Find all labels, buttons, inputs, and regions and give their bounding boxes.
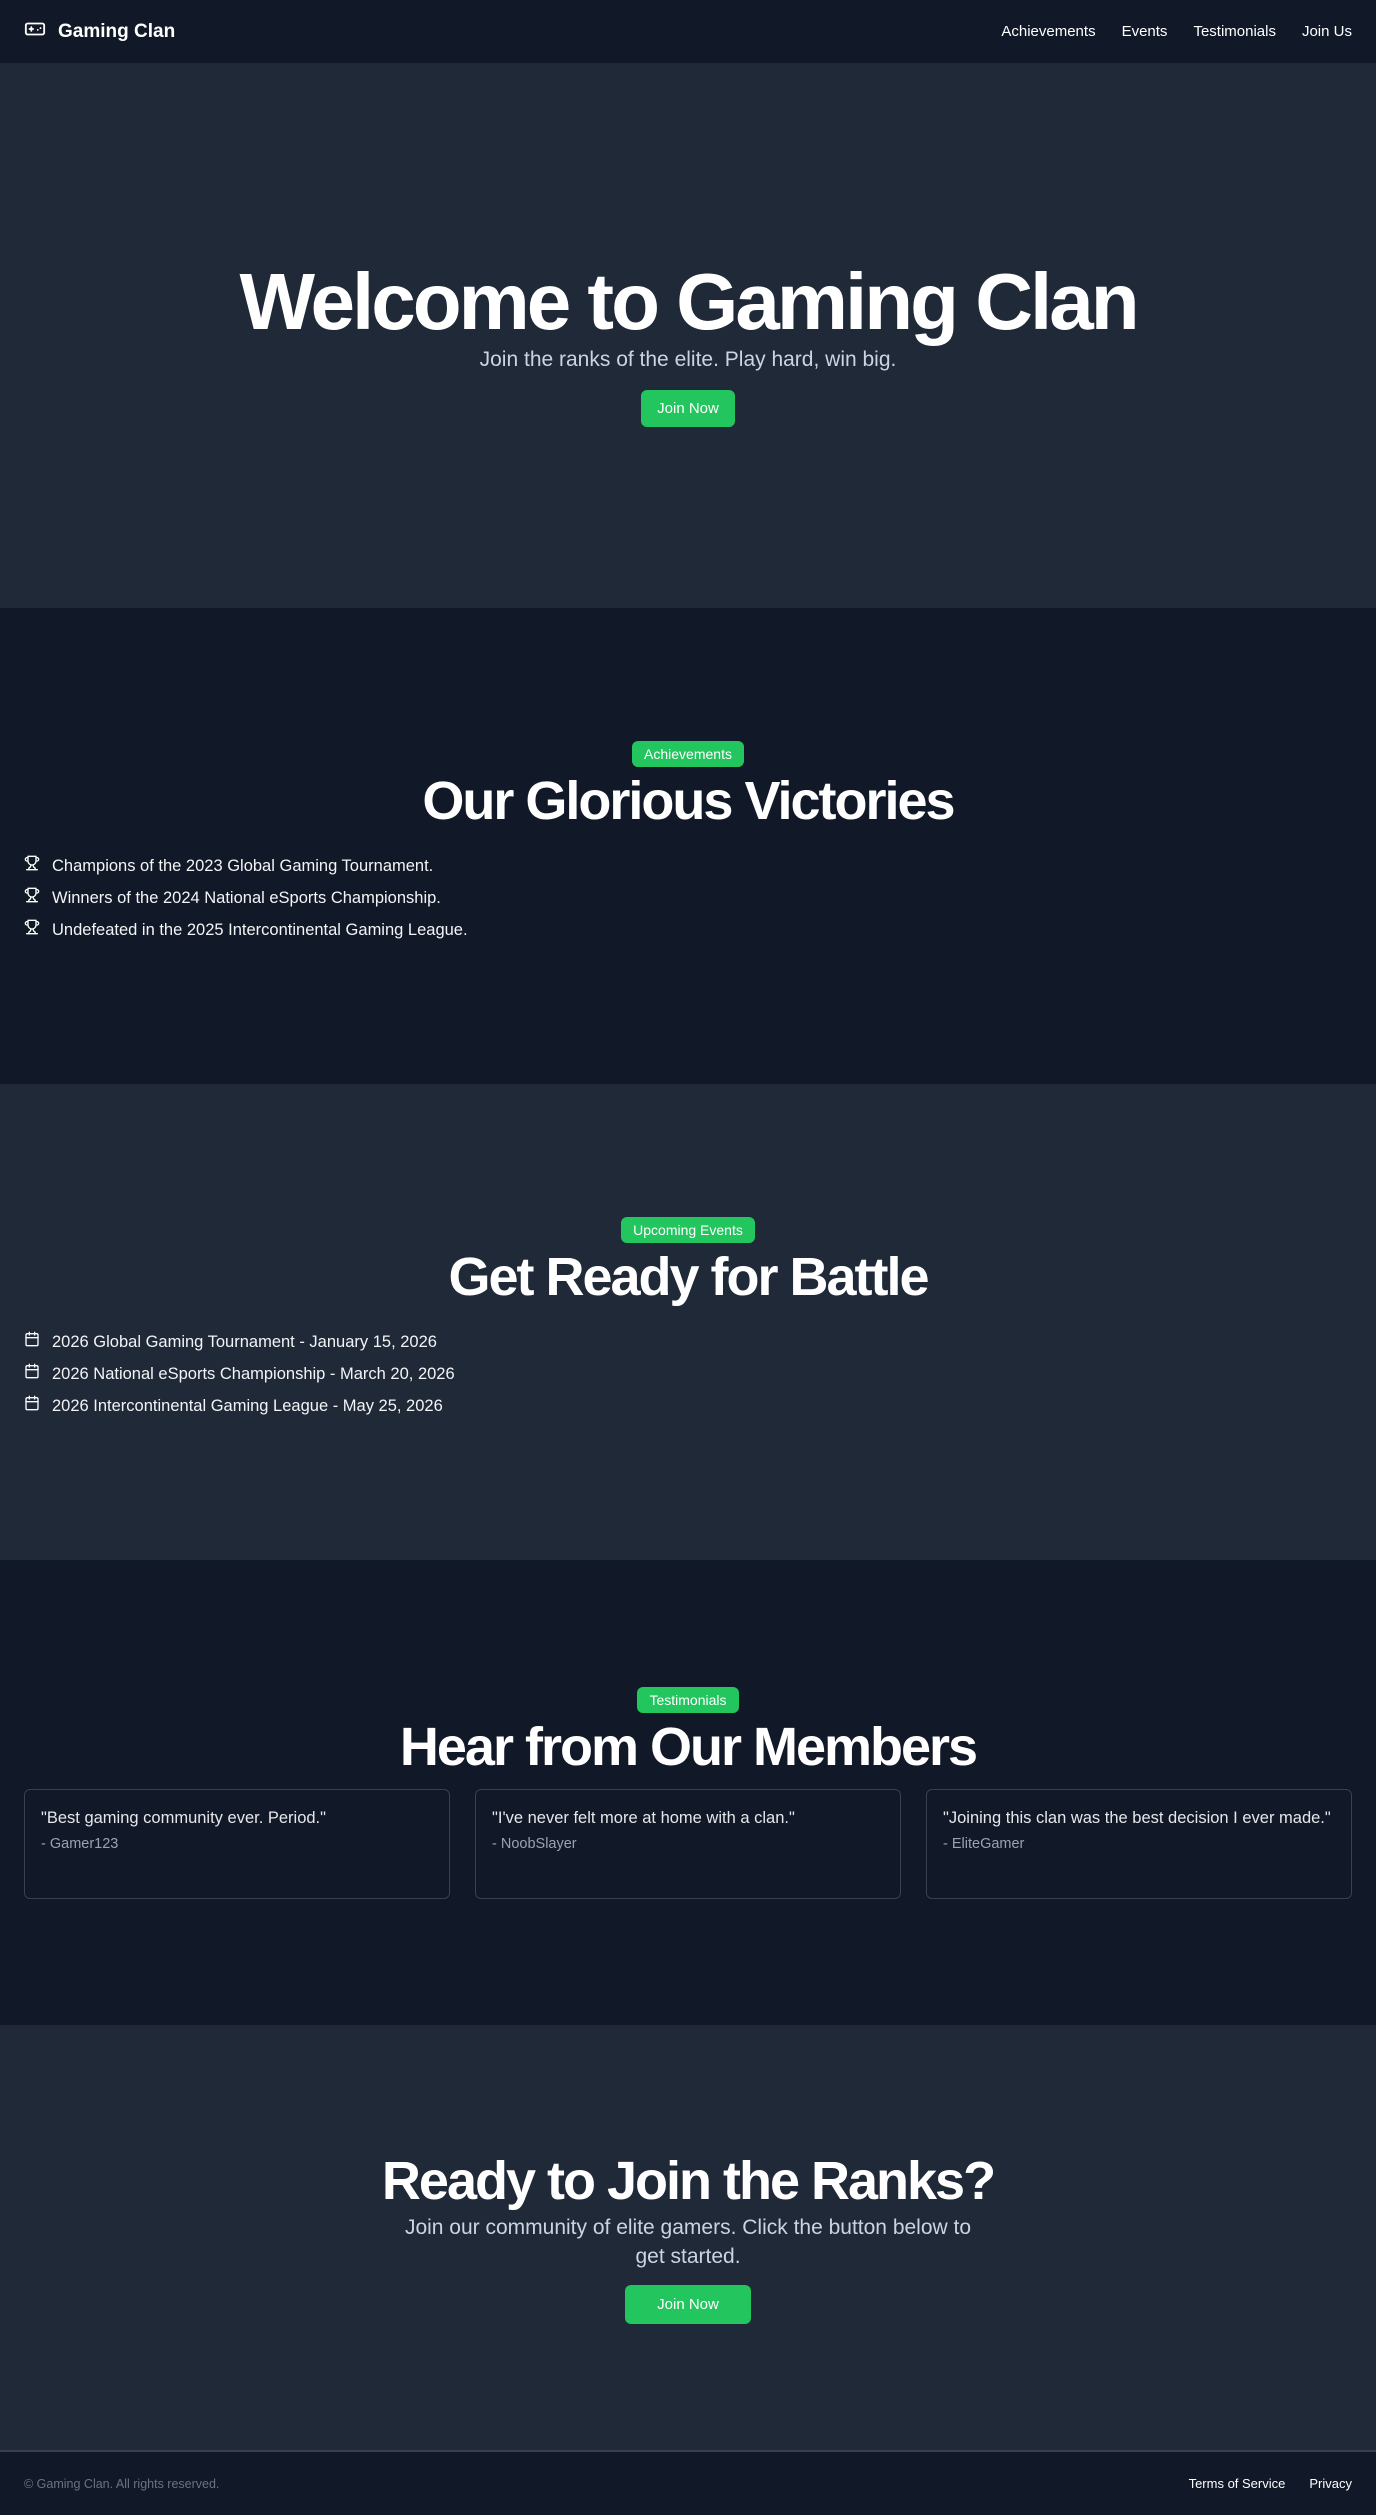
footer-links: Terms of Service Privacy — [1189, 2476, 1352, 2491]
testimonials-badge: Testimonials — [637, 1686, 739, 1713]
nav-join-us[interactable]: Join Us — [1302, 23, 1352, 40]
event-text: 2026 National eSports Championship - Mar… — [52, 1365, 455, 1383]
cta-section: Ready to Join the Ranks? Join our commun… — [0, 2025, 1376, 2450]
testimonial-author: - Gamer123 — [41, 1835, 119, 1852]
list-item: Undefeated in the 2025 Intercontinental … — [24, 919, 1352, 941]
events-list: 2026 Global Gaming Tournament - January … — [24, 1331, 1352, 1427]
calendar-icon — [24, 1395, 40, 1417]
testimonial-quote: "Best gaming community ever. Period." — [41, 1808, 327, 1827]
testimonial-quote: "Joining this clan was the best decision… — [943, 1808, 1331, 1827]
testimonial-author: - NoobSlayer — [492, 1835, 577, 1852]
calendar-icon — [24, 1363, 40, 1385]
testimonials-title: Hear from Our Members — [399, 1716, 978, 1777]
events-title: Get Ready for Battle — [448, 1247, 929, 1307]
list-item: Winners of the 2024 National eSports Cha… — [24, 887, 1352, 909]
nav-testimonials[interactable]: Testimonials — [1193, 23, 1276, 40]
testimonial-author: - EliteGamer — [943, 1835, 1025, 1852]
cta-subtitle: Join our community of elite gamers. Clic… — [404, 2216, 972, 2268]
event-text: 2026 Intercontinental Gaming League - Ma… — [52, 1397, 443, 1415]
list-item: Champions of the 2023 Global Gaming Tour… — [24, 855, 1352, 877]
achievement-text: Undefeated in the 2025 Intercontinental … — [52, 921, 468, 939]
achievements-section: Achievements Our Glorious Victories Cham… — [0, 608, 1376, 1084]
nav-events[interactable]: Events — [1122, 23, 1168, 40]
testimonial-card: "Best gaming community ever. Period." - … — [24, 1788, 450, 1899]
achievement-text: Champions of the 2023 Global Gaming Tour… — [52, 857, 434, 875]
hero-section: Welcome to Gaming Clan Join the ranks of… — [0, 64, 1376, 608]
trophy-icon — [24, 919, 40, 941]
hero-title: Welcome to Gaming Clan — [239, 256, 1139, 346]
testimonials-section: Testimonials Hear from Our Members "Best… — [0, 1560, 1376, 2025]
hero-subtitle: Join the ranks of the elite. Play hard, … — [479, 347, 897, 371]
trophy-icon — [24, 855, 40, 877]
terms-link[interactable]: Terms of Service — [1189, 2476, 1286, 2491]
testimonial-card: "Joining this clan was the best decision… — [926, 1788, 1352, 1899]
trophy-icon — [24, 887, 40, 909]
cta-join-button[interactable]: Join Now — [625, 2285, 751, 2324]
brand-name: Gaming Clan — [58, 20, 176, 42]
events-badge: Upcoming Events — [621, 1217, 755, 1243]
event-text: 2026 Global Gaming Tournament - January … — [52, 1333, 437, 1351]
cta-title: Ready to Join the Ranks? — [381, 2151, 996, 2211]
testimonial-card: "I've never felt more at home with a cla… — [475, 1788, 901, 1899]
achievements-badge: Achievements — [632, 741, 744, 767]
site-footer: © Gaming Clan. All rights reserved. Term… — [0, 2450, 1376, 2515]
list-item: 2026 National eSports Championship - Mar… — [24, 1363, 1352, 1385]
nav-achievements[interactable]: Achievements — [1001, 23, 1095, 40]
testimonial-cards: "Best gaming community ever. Period." - … — [24, 1788, 1352, 1899]
brand[interactable]: Gaming Clan — [24, 18, 175, 45]
hero-join-button[interactable]: Join Now — [641, 389, 735, 427]
events-section: Upcoming Events Get Ready for Battle 202… — [0, 1084, 1376, 1560]
main-nav: Achievements Events Testimonials Join Us — [1001, 23, 1352, 40]
copyright: © Gaming Clan. All rights reserved. — [24, 2476, 220, 2491]
testimonial-quote: "I've never felt more at home with a cla… — [492, 1808, 795, 1827]
calendar-icon — [24, 1331, 40, 1353]
list-item: 2026 Global Gaming Tournament - January … — [24, 1331, 1352, 1353]
achievements-title: Our Glorious Victories — [422, 771, 955, 831]
list-item: 2026 Intercontinental Gaming League - Ma… — [24, 1395, 1352, 1417]
achievements-list: Champions of the 2023 Global Gaming Tour… — [24, 855, 1352, 951]
achievement-text: Winners of the 2024 National eSports Cha… — [52, 889, 441, 907]
site-header: Gaming Clan Achievements Events Testimon… — [0, 0, 1376, 64]
privacy-link[interactable]: Privacy — [1309, 2476, 1352, 2491]
gamepad-icon — [24, 18, 46, 45]
